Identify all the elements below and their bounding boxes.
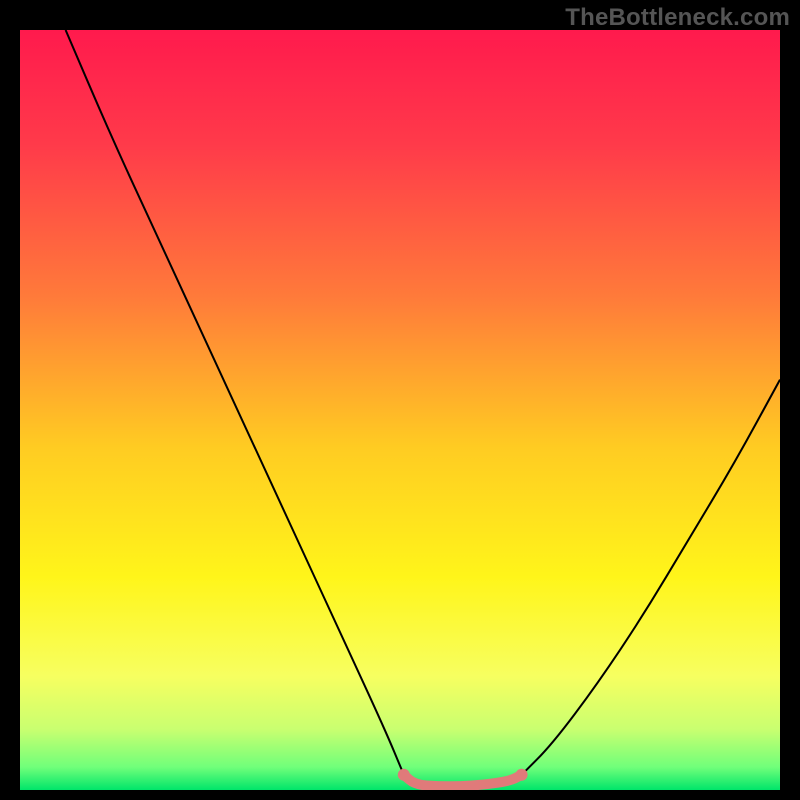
chart-svg: [20, 30, 780, 790]
chart-frame: [20, 30, 780, 790]
watermark-text: TheBottleneck.com: [565, 4, 790, 32]
highlight-endpoint: [516, 769, 528, 781]
plot-background: [20, 30, 780, 790]
highlight-endpoint: [398, 769, 410, 781]
